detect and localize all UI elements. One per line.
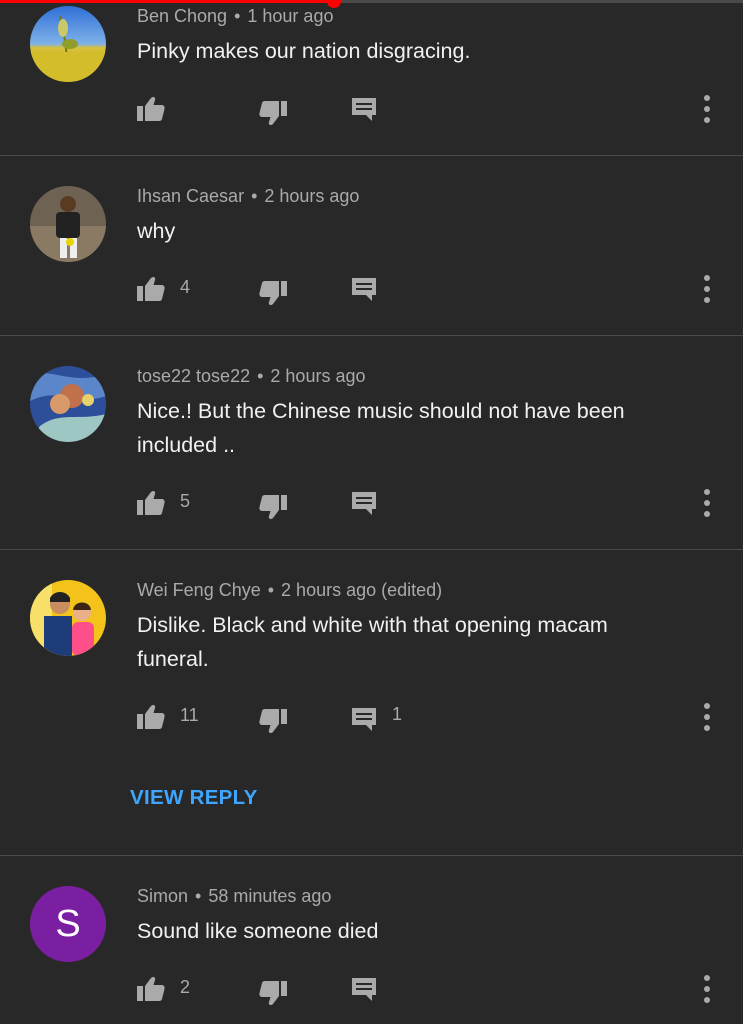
comment-text: Sound like someone died bbox=[137, 919, 379, 943]
thumbs-up-icon bbox=[137, 276, 165, 301]
comment-icon bbox=[352, 278, 376, 301]
reply-button[interactable] bbox=[350, 92, 392, 126]
avatar[interactable] bbox=[30, 366, 106, 442]
comment-item: Ihsan Caesar • 2 hours ago why 4 bbox=[0, 156, 743, 336]
thumbs-up-icon bbox=[137, 704, 165, 729]
comment-item: Wei Feng Chye • 2 hours ago (edited) Disli… bbox=[0, 550, 743, 856]
like-button[interactable]: 5 bbox=[136, 486, 190, 520]
comment-meta: Wei Feng Chye • 2 hours ago (edited) bbox=[137, 580, 442, 601]
comment-author[interactable]: tose22 tose22 bbox=[137, 366, 250, 386]
avatar-image-field bbox=[30, 6, 106, 82]
thumbs-up-icon bbox=[137, 490, 165, 515]
reply-button[interactable] bbox=[350, 272, 392, 306]
like-button[interactable]: 2 bbox=[136, 972, 190, 1006]
comment-meta: tose22 tose22 • 2 hours ago bbox=[137, 366, 365, 387]
avatar[interactable] bbox=[30, 580, 106, 656]
comment-item: Ben Chong • 1 hour ago Pinky makes our nat… bbox=[0, 0, 743, 156]
more-vert-icon bbox=[704, 703, 710, 731]
comment-author[interactable]: Simon bbox=[137, 886, 188, 906]
reply-button[interactable] bbox=[350, 972, 392, 1006]
comment-time[interactable]: 2 hours ago bbox=[270, 366, 365, 386]
thumbs-down-icon bbox=[259, 281, 287, 306]
comment-text: Pinky makes our nation disgracing. bbox=[137, 39, 471, 63]
comment-icon bbox=[352, 708, 376, 731]
comment-author[interactable]: Ihsan Caesar bbox=[137, 186, 244, 206]
meta-separator: • bbox=[257, 366, 264, 386]
comment-icon bbox=[352, 98, 376, 121]
like-button[interactable]: 11 bbox=[136, 700, 199, 734]
comment-meta: Simon • 58 minutes ago bbox=[137, 886, 331, 907]
dislike-button[interactable] bbox=[258, 490, 288, 524]
thumbs-up-icon bbox=[137, 96, 165, 121]
meta-separator: • bbox=[234, 6, 241, 26]
more-vert-icon bbox=[704, 275, 710, 303]
thumbs-down-icon bbox=[259, 495, 287, 520]
comment-time[interactable]: 2 hours ago bbox=[264, 186, 359, 206]
avatar[interactable] bbox=[30, 186, 106, 262]
comment-item: S Simon • 58 minutes ago Sound like someon… bbox=[0, 856, 743, 1024]
reply-count: 1 bbox=[392, 703, 403, 724]
reply-button[interactable] bbox=[350, 486, 392, 520]
more-options-button[interactable] bbox=[700, 486, 714, 520]
like-button[interactable]: 4 bbox=[136, 272, 190, 306]
thumbs-up-icon bbox=[137, 976, 165, 1001]
comment-icon bbox=[352, 978, 376, 1001]
comment-text: Dislike. Black and white with that openi… bbox=[137, 613, 608, 671]
meta-separator: • bbox=[251, 186, 258, 206]
dislike-button[interactable] bbox=[258, 976, 288, 1010]
like-count: 5 bbox=[180, 490, 191, 511]
comment-actions bbox=[0, 92, 743, 126]
like-count: 11 bbox=[180, 704, 199, 725]
dislike-button[interactable] bbox=[258, 704, 288, 738]
dislike-button[interactable] bbox=[258, 96, 288, 130]
thumbs-down-icon bbox=[259, 709, 287, 734]
view-reply-button[interactable]: VIEW REPLY bbox=[130, 786, 258, 810]
dislike-button[interactable] bbox=[258, 276, 288, 310]
comment-text: why bbox=[137, 219, 176, 243]
more-vert-icon bbox=[704, 489, 710, 517]
avatar[interactable] bbox=[30, 6, 106, 82]
comment-time[interactable]: 2 hours ago (edited) bbox=[281, 580, 442, 600]
avatar-image-painting bbox=[30, 366, 106, 442]
thumbs-down-icon bbox=[259, 981, 287, 1006]
comment-actions: 2 bbox=[0, 972, 743, 1006]
comment-time[interactable]: 58 minutes ago bbox=[208, 886, 331, 906]
reply-button[interactable]: 1 bbox=[350, 702, 402, 736]
more-vert-icon bbox=[704, 975, 710, 1003]
meta-separator: • bbox=[195, 886, 202, 906]
like-button[interactable] bbox=[136, 92, 180, 126]
comment-actions: 4 bbox=[0, 272, 743, 306]
more-vert-icon bbox=[704, 95, 710, 123]
avatar-letter: S bbox=[55, 903, 81, 945]
comment-meta: Ihsan Caesar • 2 hours ago bbox=[137, 186, 359, 207]
avatar-image-family bbox=[30, 580, 106, 656]
comment-actions: 11 1 bbox=[0, 700, 743, 734]
more-options-button[interactable] bbox=[700, 272, 714, 306]
comment-meta: Ben Chong • 1 hour ago bbox=[137, 6, 333, 27]
more-options-button[interactable] bbox=[700, 972, 714, 1006]
meta-separator: • bbox=[267, 580, 275, 600]
thumbs-down-icon bbox=[259, 101, 287, 126]
comment-author[interactable]: Ben Chong bbox=[137, 6, 227, 26]
like-count: 2 bbox=[180, 976, 191, 997]
comment-item: tose22 tose22 • 2 hours ago Nice.! But the… bbox=[0, 336, 743, 550]
comment-icon bbox=[352, 492, 376, 515]
comment-actions: 5 bbox=[0, 486, 743, 520]
comment-text: Nice.! But the Chinese music should not … bbox=[137, 399, 625, 457]
like-count: 4 bbox=[180, 276, 191, 297]
more-options-button[interactable] bbox=[700, 700, 714, 734]
avatar[interactable]: S bbox=[30, 886, 106, 962]
comment-author[interactable]: Wei Feng Chye bbox=[137, 580, 261, 600]
avatar-image-person bbox=[30, 186, 106, 262]
more-options-button[interactable] bbox=[700, 92, 714, 126]
comment-time[interactable]: 1 hour ago bbox=[247, 6, 333, 26]
